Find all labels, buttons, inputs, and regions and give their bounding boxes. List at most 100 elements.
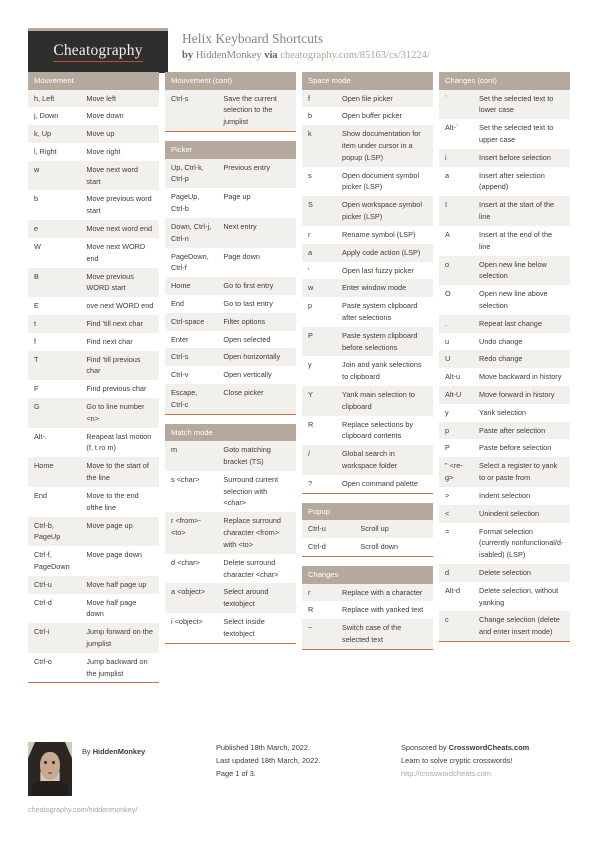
shortcut-key: Y bbox=[302, 386, 337, 416]
shortcut-key: Ctrl-d bbox=[28, 593, 81, 624]
table-row: u Undo change bbox=[439, 332, 570, 351]
shortcut-description: Find next char bbox=[80, 332, 159, 351]
shortcut-description: Page down bbox=[217, 247, 296, 278]
shortcut-key: b bbox=[302, 107, 337, 126]
table-row: P Paste before selection bbox=[439, 439, 570, 458]
table-row: Ctrl-space Filter options bbox=[165, 312, 296, 331]
shortcut-key: Ctrl-space bbox=[165, 312, 218, 331]
shortcut-key: r bbox=[302, 583, 337, 602]
table-row: Enter Open selected bbox=[165, 330, 296, 349]
table-row: m Goto matching bracket (TS) bbox=[165, 441, 296, 471]
table-row: p Paste system clipboard after selections bbox=[302, 297, 433, 327]
shortcut-table: Up, Ctrl-k, Ctrl-p Previous entry PageUp, … bbox=[165, 158, 296, 414]
source-link[interactable]: cheatography.com/85163/cs/31224/ bbox=[280, 50, 430, 61]
shortcut-key: Down, Ctrl-j, Ctrl-n bbox=[165, 217, 218, 248]
shortcut-description: Move previous WORD start bbox=[80, 267, 159, 298]
shortcut-key: A bbox=[439, 225, 474, 256]
section-header: Picker bbox=[165, 141, 296, 159]
shortcut-key: B bbox=[28, 267, 81, 298]
shortcut-description: Yank selection bbox=[473, 403, 570, 422]
sponsor-name[interactable]: CrosswordCheats.com bbox=[449, 743, 530, 752]
section-block: Match mode m Goto matching bracket (TS) s <… bbox=[165, 423, 296, 644]
shortcut-key: Ctrl-d bbox=[302, 538, 355, 556]
shortcut-table: f Open file picker b Open buffer picker k Sho… bbox=[302, 89, 433, 493]
shortcut-table: m Goto matching bracket (TS) s <ch­ar> Surr… bbox=[165, 441, 296, 643]
updated-date: Last updated 18th March, 2022. bbox=[216, 755, 321, 765]
shortcut-key: ? bbox=[302, 474, 337, 493]
via-label: via bbox=[264, 50, 278, 62]
table-row: Eove next WORD end bbox=[28, 297, 159, 315]
section-divider bbox=[28, 682, 159, 684]
sponsor-tagline: Learn to solve cryptic crosswords! bbox=[401, 755, 513, 765]
shortcut-key: Ctrl-u bbox=[28, 575, 81, 594]
table-row: ~ Switch case of the selected text bbox=[302, 619, 433, 649]
table-row: i <ob­ject> Select inside textobject bbox=[165, 612, 296, 643]
shortcut-key: h, Left bbox=[28, 89, 81, 108]
table-row: ' Open last fuzzy picker bbox=[302, 261, 433, 280]
footer-sponsor-block: Sponsored by CrosswordCheats.com Learn t… bbox=[401, 742, 572, 817]
table-row: O Open new line above selection bbox=[439, 285, 570, 315]
page-header: Cheatography Helix Keyboard Shortcuts by… bbox=[28, 0, 572, 73]
shortcut-description: Open workspace symbol picker (LSP) bbox=[336, 196, 433, 226]
shortcut-key: c bbox=[439, 611, 474, 642]
column-2: Mouvement (cont) Ctrl-s Save the current s… bbox=[165, 72, 296, 653]
shortcut-description: Select inside textobject bbox=[217, 612, 296, 643]
shortcut-description: Jump backward on the jumplist bbox=[80, 652, 159, 683]
shortcut-description: Page up bbox=[217, 188, 296, 218]
shortcut-key: " <re­g> bbox=[439, 457, 474, 487]
shortcut-key: r bbox=[302, 225, 337, 244]
table-row: t Find 'till next char bbox=[28, 314, 159, 333]
section-divider bbox=[302, 555, 433, 557]
table-row: Home Move to the start of the line bbox=[28, 457, 159, 487]
table-row: Ctrl-d Move half page down bbox=[28, 593, 159, 624]
footer-author-url[interactable]: cheatography.com/hiddenmonkey/ bbox=[28, 804, 216, 817]
section-divider bbox=[165, 642, 296, 644]
shortcut-description: Paste after selection bbox=[473, 421, 570, 440]
shortcut-key: PageDown, Ctrl-f bbox=[165, 247, 218, 278]
table-row: U Redo change bbox=[439, 350, 570, 369]
shortcut-table: ` Set the selected text to lower case Alt-… bbox=[439, 89, 570, 642]
shortcut-key: / bbox=[302, 445, 337, 475]
shortcut-description: Set the selected text to lower case bbox=[473, 89, 570, 120]
shortcut-description: Go to line number <n> bbox=[80, 398, 159, 428]
shortcut-description: Move page down bbox=[80, 546, 159, 576]
shortcut-key: Ctrl-f, PageDown bbox=[28, 546, 81, 576]
page-title: Helix Keyboard Shortcuts bbox=[182, 31, 323, 46]
footer-author-block: By HiddenMonkey cheatography.com/hiddenm… bbox=[28, 742, 216, 817]
table-row: p Paste after selection bbox=[439, 421, 570, 440]
table-row: PageUp, Ctrl-b Page up bbox=[165, 188, 296, 218]
shortcut-description: Join and yank selections to clipboard bbox=[336, 356, 433, 387]
shortcut-table: Ctrl-u Scroll up Ctrl-d Scroll down bbox=[302, 520, 433, 556]
shortcut-key: f bbox=[28, 332, 81, 351]
table-row: End Go to last entry bbox=[165, 294, 296, 313]
table-row: T Find 'till previous char bbox=[28, 350, 159, 381]
shortcut-description: Insert before selection bbox=[473, 148, 570, 167]
cheatography-logo[interactable]: Cheatography bbox=[28, 28, 168, 73]
shortcut-description: Move half page up bbox=[80, 575, 159, 594]
shortcut-key: End bbox=[165, 294, 218, 313]
author-name[interactable]: HiddenMonkey bbox=[196, 50, 262, 61]
table-row: h, Left Move left bbox=[28, 89, 159, 108]
table-row: = Format selection (currently nonfunction… bbox=[439, 522, 570, 564]
shortcut-key: i <ob­ject> bbox=[165, 612, 218, 643]
shortcut-key: Ctrl-s bbox=[165, 89, 218, 132]
section-block: Changes r Replace with a character R Replace… bbox=[302, 565, 433, 650]
table-row: d Delete selection bbox=[439, 563, 570, 582]
table-row: B Move previous WORD start bbox=[28, 267, 159, 298]
table-row: b Move previous word start bbox=[28, 190, 159, 221]
shortcut-key: ` bbox=[439, 89, 474, 120]
shortcut-description: Open last fuzzy picker bbox=[336, 261, 433, 280]
shortcut-description: Paste system clipboard before selections bbox=[336, 326, 433, 357]
table-row: R Replace selections by clipboard content… bbox=[302, 415, 433, 446]
table-row: f Find next char bbox=[28, 332, 159, 351]
table-row: / Global search in workspace folder bbox=[302, 445, 433, 475]
shortcut-key: w bbox=[302, 279, 337, 298]
columns-container: Mouvement h, Left Move left j, Down Move dow… bbox=[28, 72, 572, 692]
table-row: W Move next WORD end bbox=[28, 237, 159, 268]
shortcut-key: E bbox=[28, 297, 81, 315]
shortcut-key: e bbox=[28, 220, 81, 238]
shortcut-table: Ctrl-s Save the current selection to the … bbox=[165, 89, 296, 132]
table-row: l, Right Move right bbox=[28, 143, 159, 161]
sponsor-url[interactable]: http://crosswordcheats.com bbox=[401, 768, 572, 781]
shortcut-description: Move previous word start bbox=[80, 190, 159, 221]
